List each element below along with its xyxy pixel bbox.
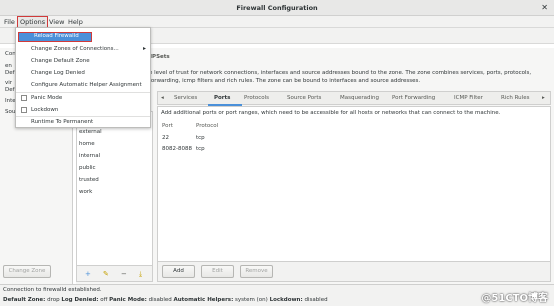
menu-view[interactable]: View: [49, 18, 64, 26]
ports-hint: Add additional ports or port ranges, whi…: [161, 110, 501, 116]
ports-panel: Add additional ports or port ranges, whi…: [157, 106, 551, 282]
remove-zone-icon[interactable]: −: [121, 270, 127, 278]
change-zone-button[interactable]: Change Zone: [3, 265, 51, 278]
menu-item-lockdown[interactable]: Lockdown: [16, 105, 150, 115]
tab-source-ports[interactable]: Source Ports: [287, 95, 321, 101]
port-cell[interactable]: 8082-8088: [162, 146, 192, 152]
list-item[interactable]: home: [79, 141, 95, 147]
connection-status: Connection to firewalld established.: [3, 287, 102, 293]
edit-zone-icon[interactable]: ✎: [103, 270, 109, 278]
menu-item-change-log-denied[interactable]: Change Log Denied: [16, 68, 150, 78]
panel-header: IPSets: [150, 54, 170, 60]
left-row: Def: [5, 70, 15, 76]
left-row[interactable]: en: [5, 63, 12, 69]
tab-ports[interactable]: Ports: [214, 95, 230, 101]
protocol-cell[interactable]: tcp: [196, 146, 205, 152]
menu-help[interactable]: Help: [68, 18, 83, 26]
list-item[interactable]: trusted: [79, 177, 99, 183]
tab-protocols[interactable]: Protocols: [244, 95, 269, 101]
panic-checkbox-icon[interactable]: [21, 95, 27, 101]
options-menu: Reload Firewalld Change Zones of Connect…: [15, 27, 151, 128]
watermark: @51CTO博客: [481, 293, 548, 304]
list-item[interactable]: internal: [79, 153, 100, 159]
protocol-cell[interactable]: tcp: [196, 135, 205, 141]
tab-masquerading[interactable]: Masquerading: [340, 95, 379, 101]
tab-bar: ◂ Services Ports Protocols Source Ports …: [157, 91, 551, 106]
list-item[interactable]: public: [79, 165, 96, 171]
list-item[interactable]: work: [79, 189, 92, 195]
add-port-button[interactable]: Add: [162, 265, 195, 278]
menu-item-change-default-zone[interactable]: Change Default Zone: [16, 56, 150, 66]
left-row: Def: [5, 87, 15, 93]
tab-scroll-left-icon[interactable]: ◂: [161, 95, 164, 101]
column-header-port[interactable]: Port: [162, 123, 173, 129]
window-title: Firewall Configuration: [236, 4, 318, 12]
menu-item-configure-helper[interactable]: Configure Automatic Helper Assignment: [16, 80, 150, 90]
edit-port-button[interactable]: Edit: [201, 265, 234, 278]
zone-list: external home internal public trusted wo…: [76, 111, 153, 282]
submenu-arrow-icon: ▸: [142, 45, 146, 52]
zone-actions: + ✎ − ⤓: [77, 265, 152, 281]
status-bar: Connection to firewalld established. Def…: [0, 284, 554, 306]
remove-port-button[interactable]: Remove: [240, 265, 273, 278]
menu-item-panic-mode[interactable]: Panic Mode: [16, 93, 150, 103]
menu-item-runtime-to-permanent[interactable]: Runtime To Permanent: [16, 117, 150, 127]
tab-icmp-filter[interactable]: ICMP Filter: [454, 95, 483, 101]
left-row[interactable]: vir: [5, 80, 12, 86]
tab-port-forwarding[interactable]: Port Forwarding: [392, 95, 435, 101]
lockdown-checkbox-icon[interactable]: [21, 107, 27, 113]
tab-scroll-right-icon[interactable]: ▸: [542, 95, 545, 101]
menu-item-reload-firewalld[interactable]: Reload Firewalld: [18, 32, 92, 42]
load-defaults-icon[interactable]: ⤓: [139, 270, 142, 279]
zone-description: e level of trust for network connections…: [149, 70, 532, 84]
status-summary: Default Zone: drop Log Denied: off Panic…: [3, 297, 328, 303]
tab-services[interactable]: Services: [174, 95, 197, 101]
list-item[interactable]: external: [79, 129, 102, 135]
tab-rich-rules[interactable]: Rich Rules: [501, 95, 529, 101]
menu-file[interactable]: File: [4, 18, 15, 26]
column-header-protocol[interactable]: Protocol: [196, 123, 218, 129]
port-cell[interactable]: 22: [162, 135, 169, 141]
title-bar: Firewall Configuration ✕: [0, 0, 554, 16]
menu-item-change-zones[interactable]: Change Zones of Connections... ▸: [16, 44, 150, 54]
close-icon[interactable]: ✕: [541, 3, 548, 12]
add-zone-icon[interactable]: +: [85, 270, 91, 278]
ports-actions: Add Edit Remove: [158, 261, 550, 281]
